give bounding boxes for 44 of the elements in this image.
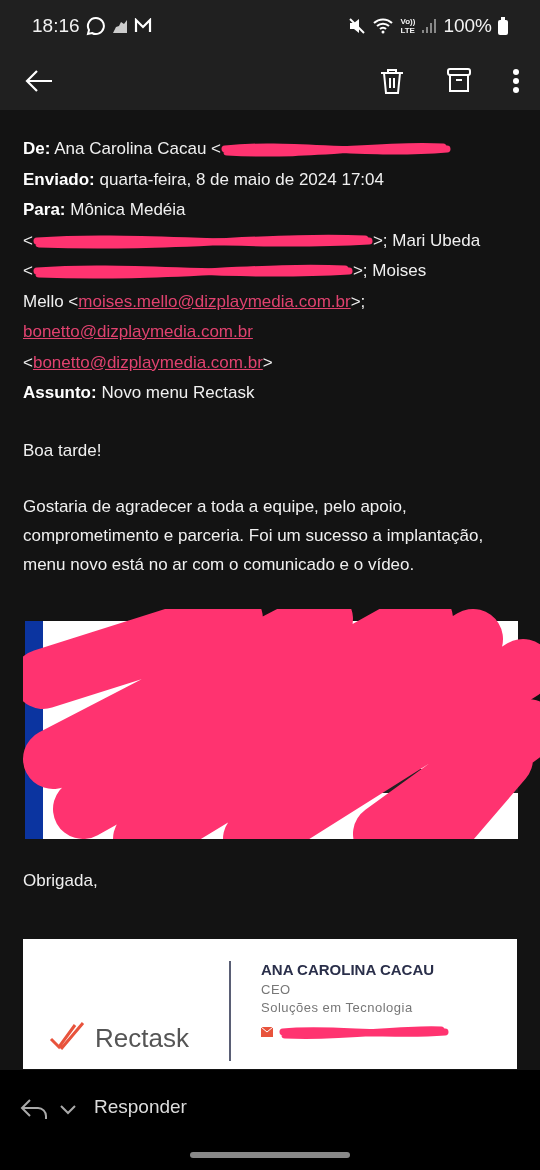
logo-text: Rectask xyxy=(95,1024,189,1051)
closing-text: Obrigada, xyxy=(23,869,99,892)
battery-percent: 100% xyxy=(443,15,492,37)
header-label: De: xyxy=(23,138,51,160)
battery-icon xyxy=(498,17,508,35)
signal-rays-icon xyxy=(111,18,128,34)
header-text: >; xyxy=(350,290,366,313)
email-link[interactable]: bonetto@dizplaymedia.com.br xyxy=(32,347,263,378)
more-options-button[interactable] xyxy=(512,68,520,94)
signature-name: ANA CAROLINA CACAU xyxy=(261,960,436,979)
body-paragraph: Boa tarde! xyxy=(23,439,103,462)
archive-button[interactable] xyxy=(446,67,472,95)
header-label: Enviado: xyxy=(23,168,95,191)
email-link[interactable]: bonetto@dizplaymedia.com.br xyxy=(23,317,253,348)
header-text: Ana Carolina Cacau < xyxy=(53,138,221,160)
lte-label: LTE xyxy=(400,26,416,35)
mail-icon xyxy=(261,1026,273,1037)
body-paragraph: Gostaria de agradecer a toda a equipe, pelo apoio, comprometimento e parceria. Foi um sucesso a implantação, menu novo está no ar com o comunicado e o vídeo. xyxy=(23,495,485,576)
header-text: Mello < xyxy=(23,290,79,313)
reply-icon[interactable] xyxy=(20,1096,50,1122)
header-text: >; Moises xyxy=(352,260,427,282)
signature-department: Soluções em Tecnologia xyxy=(261,998,414,1017)
header-text: < xyxy=(23,351,33,374)
back-button[interactable] xyxy=(24,69,54,93)
chat-bubble-icon xyxy=(85,16,106,36)
status-time: 18:16 xyxy=(32,15,80,37)
header-text: > xyxy=(262,351,273,374)
volte-label: Vo)) xyxy=(400,17,416,26)
mute-icon xyxy=(348,17,367,35)
mail-m-icon xyxy=(133,18,152,34)
wifi-icon xyxy=(372,17,395,35)
header-text: Mônica Medéia xyxy=(69,199,186,221)
header-text: Novo menu Rectask xyxy=(100,382,255,404)
header-text: >; Mari Ubeda xyxy=(372,229,481,252)
header-text: < xyxy=(23,229,33,252)
header-text: < xyxy=(23,260,33,282)
header-text: quarta-feira, 8 de maio de 2024 17:04 xyxy=(98,168,384,191)
header-label: Assunto: xyxy=(23,382,97,404)
email-link[interactable]: moises.mello@dizplaymedia.com.br xyxy=(78,286,351,317)
reply-button[interactable]: Responder xyxy=(86,1096,187,1118)
cell-signal-icon xyxy=(421,18,438,34)
delete-button[interactable] xyxy=(378,67,406,95)
signature-role: CEO xyxy=(261,980,292,999)
header-label: Para: xyxy=(23,199,66,221)
